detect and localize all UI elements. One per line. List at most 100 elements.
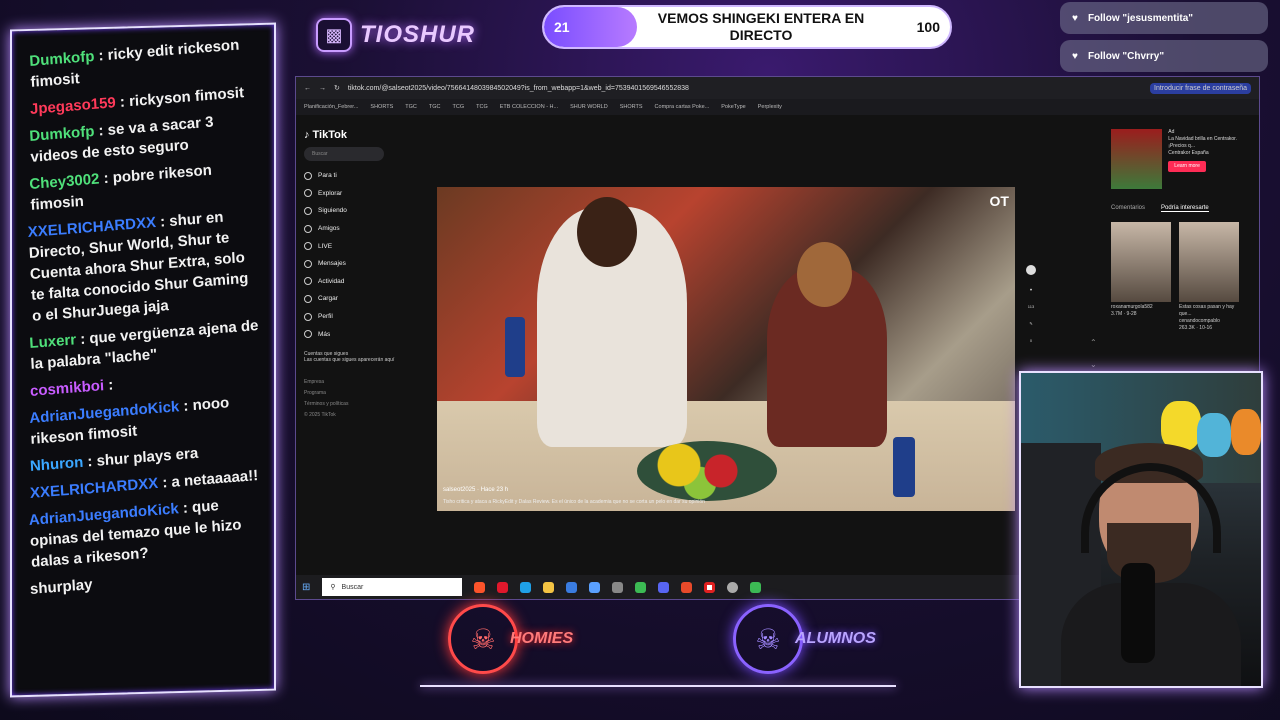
tiktok-footer-link[interactable]: Términos y políticas — [304, 399, 400, 410]
chat-username[interactable]: XXELRICHARDXX — [30, 475, 159, 502]
taskbar-search-placeholder: Buscar — [341, 583, 364, 591]
settings-icon[interactable] — [612, 581, 624, 593]
tiktok-search-input[interactable]: Buscar — [304, 147, 384, 161]
gear-icon[interactable] — [727, 581, 739, 593]
related-title: Estas cosas pasan y hay que... — [1179, 304, 1235, 317]
tiktok-nav-label: Mensajes — [318, 260, 346, 268]
nav-icon — [304, 312, 312, 321]
chat-username[interactable]: Dumkofp — [29, 48, 95, 70]
tiktok-nav-item[interactable]: LIVE — [304, 237, 400, 255]
tiktok-nav-label: Más — [318, 330, 331, 338]
opera-icon[interactable] — [497, 581, 509, 593]
store-icon[interactable] — [566, 581, 578, 593]
comment-icon[interactable]: ✎ — [1029, 321, 1032, 326]
bookmark-item[interactable]: SHORTS — [370, 104, 393, 110]
tiktok-nav-item[interactable]: Para ti — [304, 167, 400, 185]
goal-target: 100 — [916, 19, 940, 35]
like-icon[interactable]: ♥ — [1030, 287, 1032, 292]
browser-address-bar: ← → ↻ tiktok.com/@salseot2025/video/7566… — [296, 77, 1259, 99]
tab-podria-interesarte[interactable]: Podría interesarte — [1161, 205, 1209, 212]
tiktok-logo[interactable]: ♪ TikTok — [304, 129, 400, 141]
chat-username[interactable]: Jpegaso159 — [30, 94, 117, 118]
bookmarks-bar: Planificación_Febrer... SHORTS TGC TGC TCG TC… — [296, 99, 1259, 115]
skull-icon: ☠ — [448, 604, 518, 674]
app-icon[interactable] — [750, 581, 762, 593]
chrome-icon[interactable] — [635, 581, 647, 593]
tiktok-nav-item[interactable]: Cargar — [304, 290, 400, 308]
forward-icon[interactable]: → — [319, 85, 326, 92]
video-person-right — [767, 242, 887, 447]
edge-icon[interactable] — [520, 581, 532, 593]
video-player[interactable]: OT salseot2025 · Hace 23 h Tisho critica… — [437, 187, 1015, 511]
bookmark-item[interactable]: Perplexity — [758, 104, 782, 110]
related-author: roxanamurgola582 — [1111, 304, 1153, 310]
tiktok-nav-item[interactable]: Más — [304, 325, 400, 343]
tiktok-note-icon: ♪ — [304, 129, 310, 141]
bookmark-item[interactable]: TGC — [429, 104, 441, 110]
chat-panel: Dumkofp : ricky edit rickeson fimosit Jpe… — [10, 22, 276, 698]
brave-icon[interactable] — [474, 581, 486, 593]
chat-username[interactable]: AdrianJuegandoKick — [29, 398, 180, 427]
chevron-up-icon[interactable]: ⌃ — [1090, 332, 1097, 354]
bookmark-item[interactable]: PokeType — [721, 104, 745, 110]
bookmark-item[interactable]: TCG — [476, 104, 488, 110]
following-desc: Las cuentas que sigues aparecerán aquí — [304, 356, 395, 363]
tiktok-footer-link[interactable]: © 2025 TikTok — [304, 410, 400, 421]
nav-icon — [304, 242, 312, 251]
tiktok-nav-label: Explorar — [318, 189, 343, 197]
creator-avatar[interactable] — [1026, 265, 1036, 275]
tiktok-footer-link[interactable]: Empresa — [304, 377, 400, 388]
comment-count: 0 — [1029, 338, 1033, 343]
goal-title: VEMOS SHINGEKI ENTERA EN DIRECTO — [657, 10, 865, 43]
bookmark-item[interactable]: Compra cartas Poke... — [655, 104, 710, 110]
nav-icon — [304, 189, 312, 198]
tiktok-nav-item[interactable]: Perfil — [304, 308, 400, 326]
reload-icon[interactable]: ↻ — [334, 84, 340, 92]
chat-username[interactable]: Chey3002 — [29, 171, 100, 193]
app-icon[interactable] — [681, 581, 693, 593]
app-icon[interactable] — [589, 581, 601, 593]
chat-username[interactable]: Dumkofp — [29, 123, 95, 145]
password-hint[interactable]: Introducir frase de contraseña — [1150, 82, 1251, 94]
like-count: 113 — [1027, 304, 1035, 309]
tiktok-footer-link[interactable]: Programa — [304, 388, 400, 399]
tiktok-nav-item[interactable]: Amigos — [304, 220, 400, 238]
chat-username[interactable]: Luxerr — [29, 331, 77, 352]
follow-alert-text: Follow "jesusmentita" — [1087, 12, 1193, 24]
bookmark-item[interactable]: ETB COLECCION - H... — [500, 104, 558, 110]
bookmark-item[interactable]: Planificación_Febrer... — [304, 104, 358, 110]
related-video-thumb[interactable] — [1111, 222, 1171, 302]
tiktok-nav-item[interactable]: Siguiendo — [304, 202, 400, 220]
ad-learn-more-button[interactable]: Learn more — [1168, 161, 1206, 172]
url-field[interactable]: tiktok.com/@salseot2025/video/7566414803… — [348, 85, 1142, 92]
bookmark-item[interactable]: TCG — [453, 104, 465, 110]
channel-logo: ▩ TIOSHUR — [316, 18, 475, 52]
skull-icon: ☠ — [733, 604, 803, 674]
taskbar-search[interactable]: ⚲ Buscar — [322, 578, 463, 596]
windows-start-icon[interactable]: ⊞ — [302, 582, 310, 593]
search-icon: ⚲ — [330, 584, 336, 591]
video-author[interactable]: salseot2025 · Hace 23 h — [443, 487, 508, 493]
chat-username[interactable]: Nhuron — [30, 454, 84, 475]
video-description: Tisho critica y ataca a RickyEdit y Dala… — [443, 499, 705, 505]
pokeball-icon[interactable] — [704, 581, 716, 593]
folder-icon[interactable] — [543, 581, 555, 593]
back-icon[interactable]: ← — [304, 85, 311, 92]
bookmark-item[interactable]: SHORTS — [620, 104, 643, 110]
chat-username[interactable]: cosmikboi — [30, 377, 105, 400]
stream-goal-bar: 21 VEMOS SHINGEKI ENTERA EN DIRECTO 100 — [542, 5, 952, 49]
nav-icon — [304, 224, 312, 233]
tiktok-nav-item[interactable]: Actividad — [304, 273, 400, 291]
ad-card[interactable]: Ad La Navidad brilla en Centrakor. ¡Prec… — [1111, 129, 1251, 189]
nav-icon — [304, 294, 312, 303]
bookmark-item[interactable]: SHUR WORLD — [570, 104, 608, 110]
related-author: cenandocompablo — [1179, 318, 1220, 324]
related-video-thumb[interactable] — [1179, 222, 1239, 302]
bookmark-item[interactable]: TGC — [405, 104, 417, 110]
nav-icon — [304, 259, 312, 268]
tiktok-nav-item[interactable]: Explorar — [304, 185, 400, 203]
tiktok-nav-item[interactable]: Mensajes — [304, 255, 400, 273]
tab-comentarios[interactable]: Comentarios — [1111, 205, 1145, 212]
discord-icon[interactable] — [658, 581, 670, 593]
ad-thumbnail — [1111, 129, 1163, 189]
